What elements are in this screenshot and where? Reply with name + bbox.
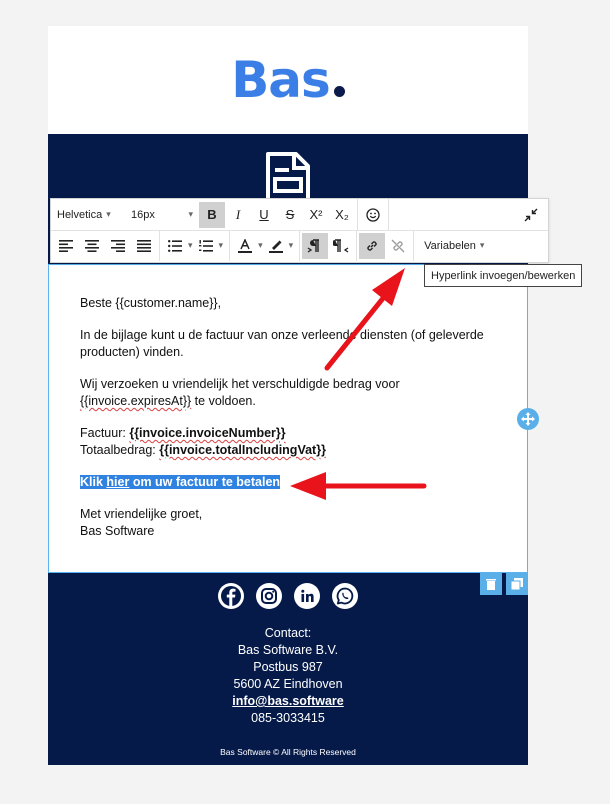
bullet-list-button[interactable]: [162, 233, 188, 259]
toolbar-row-1: Helvetica ▾ 16px ▾ B I U S X² X₂: [51, 199, 548, 231]
variables-select[interactable]: Variabelen ▾: [416, 230, 490, 261]
chevron-down-icon: ▾: [479, 240, 485, 250]
move-handle[interactable]: [517, 408, 539, 430]
logo-section[interactable]: Bas: [48, 26, 528, 134]
bullet-list-icon: [168, 239, 182, 252]
emoji-icon: [366, 207, 380, 222]
chevron-down-icon: ▾: [188, 209, 193, 219]
align-justify-icon: [137, 239, 151, 252]
company-name: Bas Software B.V.: [237, 643, 339, 657]
toolbar-divider: [388, 199, 389, 230]
city-text: 5600 AZ Eindhoven: [233, 677, 343, 691]
toolbar-row-2: ▾ ▾ ▾ ▾ Variabelen ▾: [51, 230, 548, 261]
body-paragraph-1: In de bijlage kunt u de factuur van onze…: [80, 328, 484, 359]
highlight-icon: [268, 240, 283, 253]
linkedin-icon[interactable]: [294, 583, 320, 609]
collapse-toolbar-button[interactable]: [518, 202, 544, 228]
insert-link-button[interactable]: [359, 232, 386, 259]
chevron-down-icon: ▾: [106, 209, 111, 219]
move-icon: [521, 412, 535, 426]
invoice-number-variable: {{invoice.invoiceNumber}}: [129, 426, 286, 440]
toolbar-divider: [357, 199, 358, 230]
ltr-icon: [307, 238, 320, 253]
collapse-icon: [524, 208, 538, 221]
duplicate-icon: [511, 578, 523, 590]
align-center-button[interactable]: [79, 233, 105, 259]
duplicate-block-button[interactable]: [506, 573, 528, 595]
trash-icon: [486, 579, 496, 590]
chevron-down-icon[interactable]: ▾: [289, 240, 294, 251]
toolbar-divider: [229, 230, 231, 261]
toolbar-divider: [159, 230, 160, 261]
facebook-icon[interactable]: [218, 583, 244, 609]
closing-text: Met vriendelijke groet, Bas Software: [80, 507, 203, 538]
contact-title: Contact:: [264, 626, 312, 640]
emoji-button[interactable]: [360, 202, 386, 228]
numbered-list-button[interactable]: [193, 233, 219, 259]
social-links: [48, 583, 528, 609]
toolbar-divider: [299, 230, 301, 261]
rtl-icon: [333, 238, 349, 253]
text-color-icon: [238, 238, 253, 253]
email-preview: Bas Beste {{customer.name}}, In de bijla…: [48, 26, 528, 765]
align-center-icon: [85, 239, 99, 252]
bold-button[interactable]: B: [199, 201, 225, 228]
align-left-icon: [59, 239, 73, 252]
instagram-icon[interactable]: [256, 583, 282, 609]
block-actions: [480, 573, 528, 595]
toolbar-divider: [413, 230, 415, 261]
italic-button[interactable]: I: [225, 202, 251, 228]
invoice-details: Factuur: {{invoice.invoiceNumber}} Totaa…: [80, 426, 326, 457]
total-variable: {{invoice.totalIncludingVat}}: [159, 443, 326, 457]
selected-link-text[interactable]: Klik hier om uw factuur te betalen: [80, 475, 281, 489]
text-color-button[interactable]: [232, 233, 258, 259]
rich-text-toolbar: Helvetica ▾ 16px ▾ B I U S X² X₂ ▾ ▾ ▾ ▾…: [50, 198, 549, 263]
email-link[interactable]: info@bas.software: [48, 693, 528, 710]
align-left-button[interactable]: [53, 233, 79, 259]
subscript-button[interactable]: X₂: [329, 202, 355, 228]
remove-link-button[interactable]: [385, 233, 411, 259]
font-family-select[interactable]: Helvetica ▾: [51, 199, 125, 230]
text-editor[interactable]: Beste {{customer.name}}, In de bijlage k…: [48, 264, 528, 573]
greeting-text: Beste {{customer.name}},: [80, 296, 222, 310]
underline-button[interactable]: U: [251, 202, 277, 228]
align-right-button[interactable]: [105, 233, 131, 259]
highlight-color-button[interactable]: [263, 233, 289, 259]
whatsapp-icon[interactable]: [332, 583, 358, 609]
font-size-select[interactable]: 16px ▾: [125, 199, 199, 230]
postbus-text: Postbus 987: [253, 660, 323, 674]
toolbar-divider: [356, 230, 358, 261]
delete-block-button[interactable]: [480, 573, 502, 595]
hyperlink-tooltip: Hyperlink invoegen/bewerken: [424, 264, 583, 287]
text-direction-rtl-button[interactable]: [328, 233, 354, 259]
body-paragraph-2: Wij verzoeken u vriendelijk het verschul…: [80, 377, 400, 408]
copyright-text: Bas Software © All Rights Reserved: [220, 747, 356, 757]
text-direction-ltr-button[interactable]: [302, 232, 329, 259]
strikethrough-button[interactable]: S: [277, 202, 303, 228]
payment-link-line[interactable]: Klik hier om uw factuur te betalen: [80, 474, 496, 491]
chevron-down-icon[interactable]: ▾: [219, 240, 224, 251]
align-right-icon: [111, 239, 125, 252]
link-icon: [367, 240, 377, 251]
contact-block: Contact: Bas Software B.V. Postbus 987 5…: [48, 625, 528, 727]
unlink-icon: [391, 239, 405, 252]
logo-dot-icon: [333, 86, 345, 97]
numbered-list-icon: [198, 239, 213, 252]
phone-text: 085-3033415: [251, 711, 325, 725]
superscript-button[interactable]: X²: [303, 202, 329, 228]
footer-section[interactable]: Contact: Bas Software B.V. Postbus 987 5…: [48, 573, 528, 765]
expires-variable: {{invoice.expiresAt}}: [80, 394, 192, 408]
brand-logo: Bas: [231, 51, 345, 109]
align-justify-button[interactable]: [131, 233, 157, 259]
